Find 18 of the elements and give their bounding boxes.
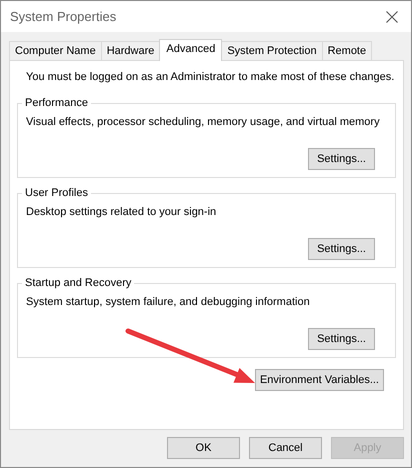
tab[interactable]: Computer Name [9, 41, 102, 60]
group-description: Visual effects, processor scheduling, memory usage, and virtual memory [26, 115, 381, 130]
environment-variables-button[interactable]: Environment Variables... [254, 369, 384, 391]
group-description: Desktop settings related to your sign-in [26, 205, 218, 220]
dialog-button[interactable]: OK [167, 437, 240, 459]
group-description: System startup, system failure, and debugging information [26, 295, 311, 310]
window-title: System Properties [10, 9, 116, 24]
group-title: Performance [24, 97, 89, 109]
close-icon[interactable] [386, 10, 398, 22]
dialog-button[interactable]: Cancel [249, 437, 322, 459]
group-title: User Profiles [24, 187, 89, 199]
tab[interactable]: Advanced [159, 39, 222, 61]
settings-button[interactable]: Settings... [308, 148, 375, 170]
settings-button[interactable]: Settings... [308, 238, 375, 260]
group-title: Startup and Recovery [24, 277, 132, 289]
settings-button[interactable]: Settings... [308, 328, 375, 350]
notice-text: You must be logged on as an Administrator to make most of these changes. [25, 70, 396, 85]
tab[interactable]: Remote [322, 41, 372, 60]
